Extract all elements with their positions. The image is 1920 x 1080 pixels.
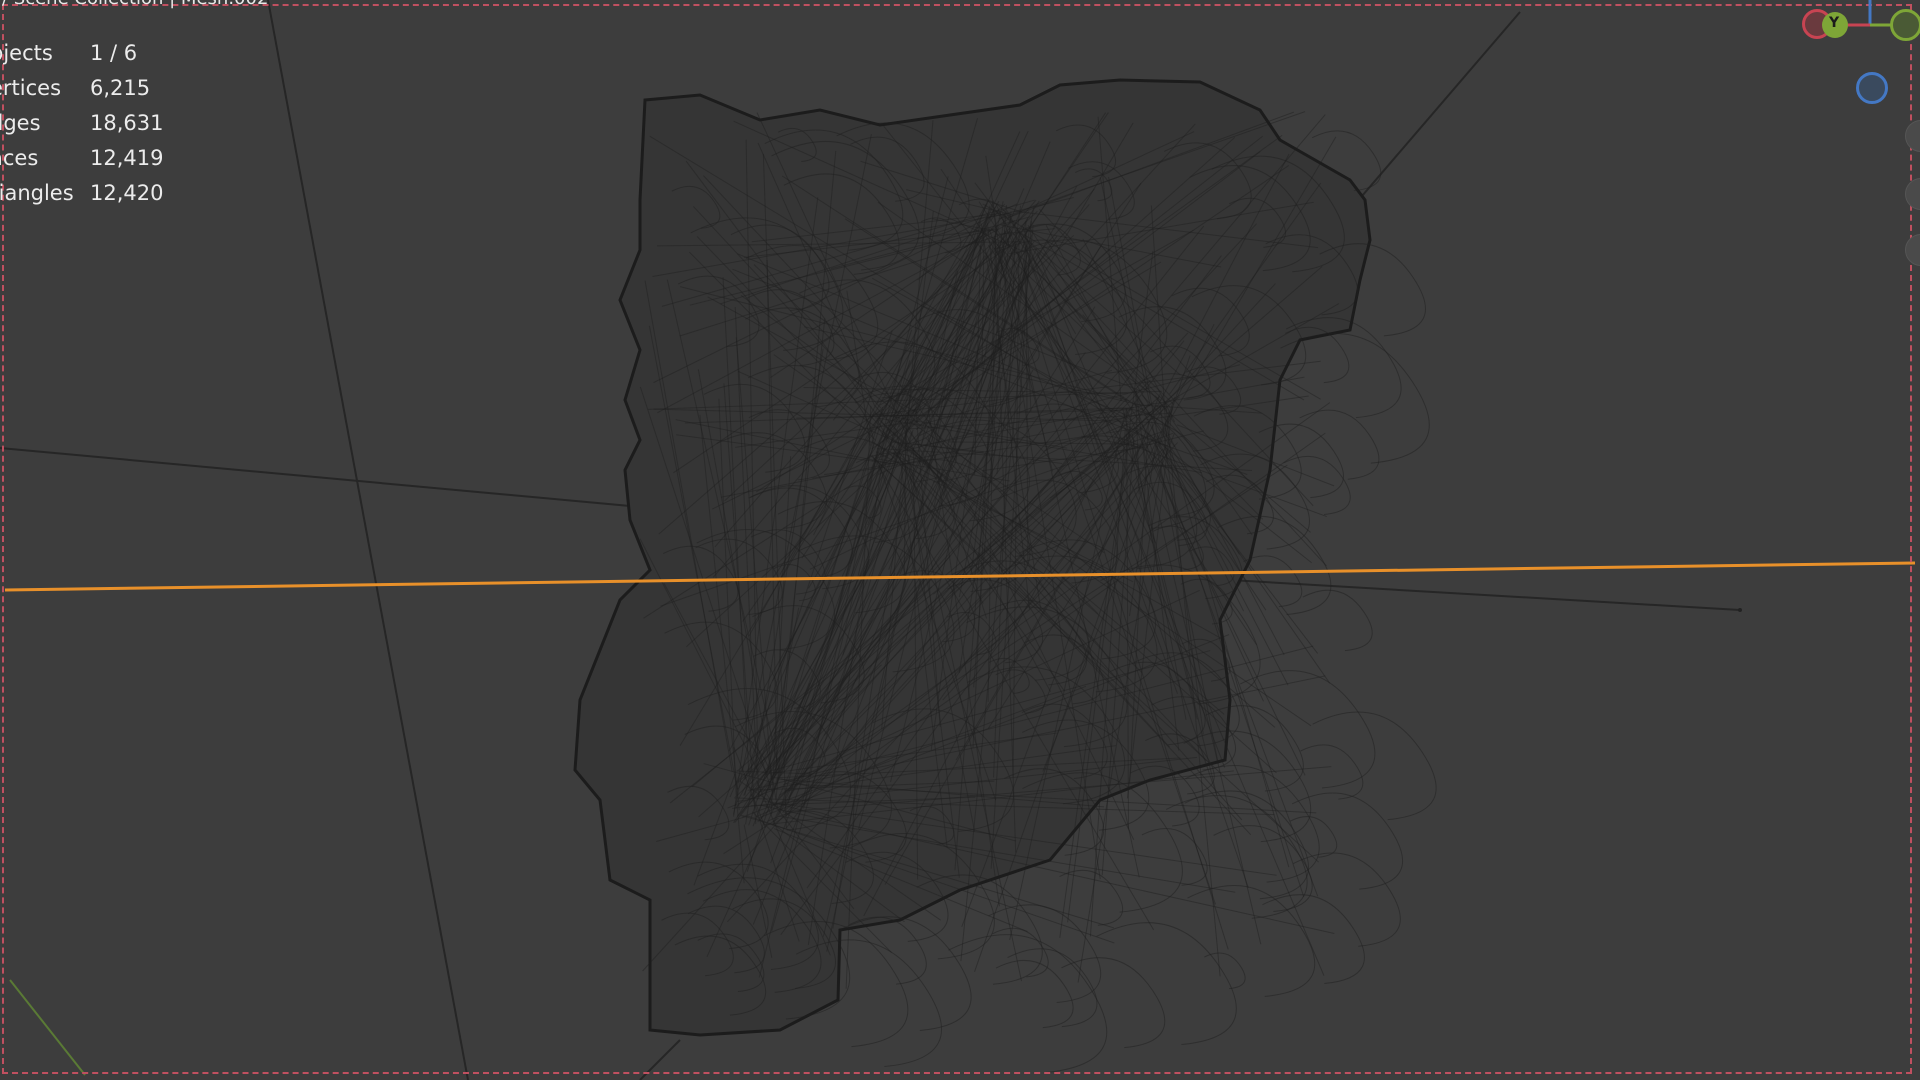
stat-label: aces [0, 146, 39, 170]
stat-row-vertices: ertices 6,215 [0, 71, 163, 106]
stat-label: ertices [0, 76, 62, 100]
y-axis-line [9, 979, 86, 1076]
grid-line [0, 447, 631, 507]
grid-line [267, 0, 469, 1080]
stat-label: bjects [0, 41, 53, 65]
stat-row-faces: aces 12,419 [0, 141, 163, 176]
grid-point [1738, 608, 1742, 612]
stat-value: 6,215 [90, 76, 151, 100]
y-axis-label: Y [1829, 15, 1840, 31]
stat-value: 1 / 6 [90, 41, 138, 65]
grid-line [1349, 11, 1521, 211]
scene-canvas[interactable] [0, 0, 1920, 1080]
stat-label: riangles [0, 181, 74, 205]
stat-value: 12,419 [90, 146, 164, 170]
viewport-header-text: / Scene Collection | Mesh.002 [2, 0, 268, 9]
stat-value: 12,420 [90, 181, 164, 205]
grid-line [639, 1039, 681, 1080]
3d-viewport[interactable]: / Scene Collection | Mesh.002 bjects 1 /… [0, 0, 1920, 1080]
z-axis-negative-icon[interactable] [1856, 72, 1888, 104]
navigation-gizmo[interactable]: Y [1790, 0, 1920, 110]
stat-row-objects: bjects 1 / 6 [0, 36, 163, 71]
stat-label: dges [0, 111, 41, 135]
stat-value: 18,631 [90, 111, 164, 135]
statistics-overlay: bjects 1 / 6 ertices 6,215 dges 18,631 a… [0, 36, 163, 211]
stat-row-edges: dges 18,631 [0, 106, 163, 141]
stat-row-triangles: riangles 12,420 [0, 176, 163, 211]
y-axis-positive-icon[interactable] [1890, 9, 1920, 41]
